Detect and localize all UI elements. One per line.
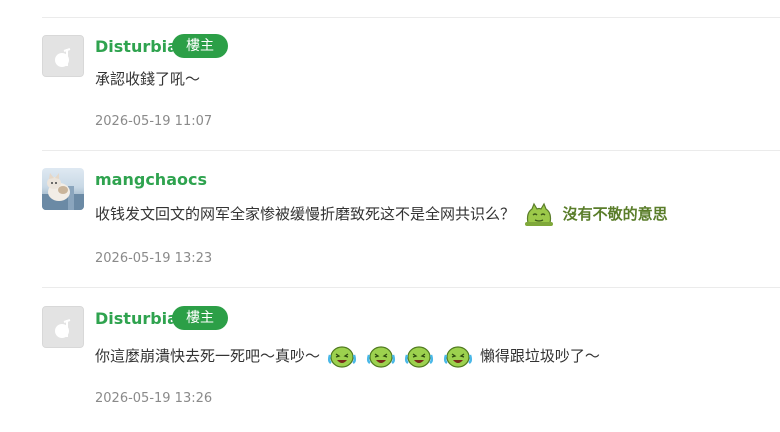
avatar[interactable] — [42, 168, 84, 210]
comment-text: 承認收錢了吼～ — [95, 70, 201, 88]
comment-text: 收钱发文回文的网军全家惨被缓慢折磨致死这不是全网共识么？ 沒有不敬的意思 — [95, 201, 668, 227]
comment-text: 你這麼崩潰快去死一死吧～真吵～ 懶得跟垃圾吵了～ — [95, 343, 600, 369]
laughing-crying-emoji-icon — [444, 346, 473, 368]
laughing-crying-emoji-icon — [366, 346, 395, 368]
username[interactable]: mangchaocs — [95, 170, 207, 190]
comment-text-before: 你這麼崩潰快去死一死吧～真吵～ — [95, 347, 321, 365]
timestamp: 2026-05-19 11:07 — [95, 114, 213, 129]
op-badge: 樓主 — [172, 306, 228, 330]
comment-text-body: 收钱发文回文的网军全家惨被缓慢折磨致死这不是全网共识么？ — [95, 205, 516, 223]
cat-avatar — [42, 173, 84, 210]
comment-item: Disturbia 樓主 承認收錢了吼～ 2026-05-19 11:07 — [0, 18, 780, 151]
sticker-label: 沒有不敬的意思 — [562, 205, 668, 223]
comment-text-after: 懶得跟垃圾吵了～ — [479, 347, 600, 365]
laughing-crying-emoji-icon — [327, 346, 356, 368]
default-avatar-icon — [43, 307, 83, 347]
sticker-icon — [524, 202, 553, 226]
timestamp: 2026-05-19 13:26 — [95, 391, 213, 406]
default-avatar-icon — [43, 36, 83, 76]
comment-item: Disturbia 樓主 你這麼崩潰快去死一死吧～真吵～ 懶得跟垃圾吵了～ 20… — [0, 288, 780, 432]
laughing-crying-emoji-icon — [405, 346, 434, 368]
avatar[interactable] — [42, 306, 84, 348]
op-badge: 樓主 — [172, 34, 228, 58]
timestamp: 2026-05-19 13:23 — [95, 251, 213, 266]
avatar[interactable] — [42, 35, 84, 77]
comment-item: mangchaocs 收钱发文回文的网军全家惨被缓慢折磨致死这不是全网共识么？ … — [0, 151, 780, 288]
username[interactable]: Disturbia — [95, 37, 178, 57]
username[interactable]: Disturbia — [95, 309, 178, 329]
